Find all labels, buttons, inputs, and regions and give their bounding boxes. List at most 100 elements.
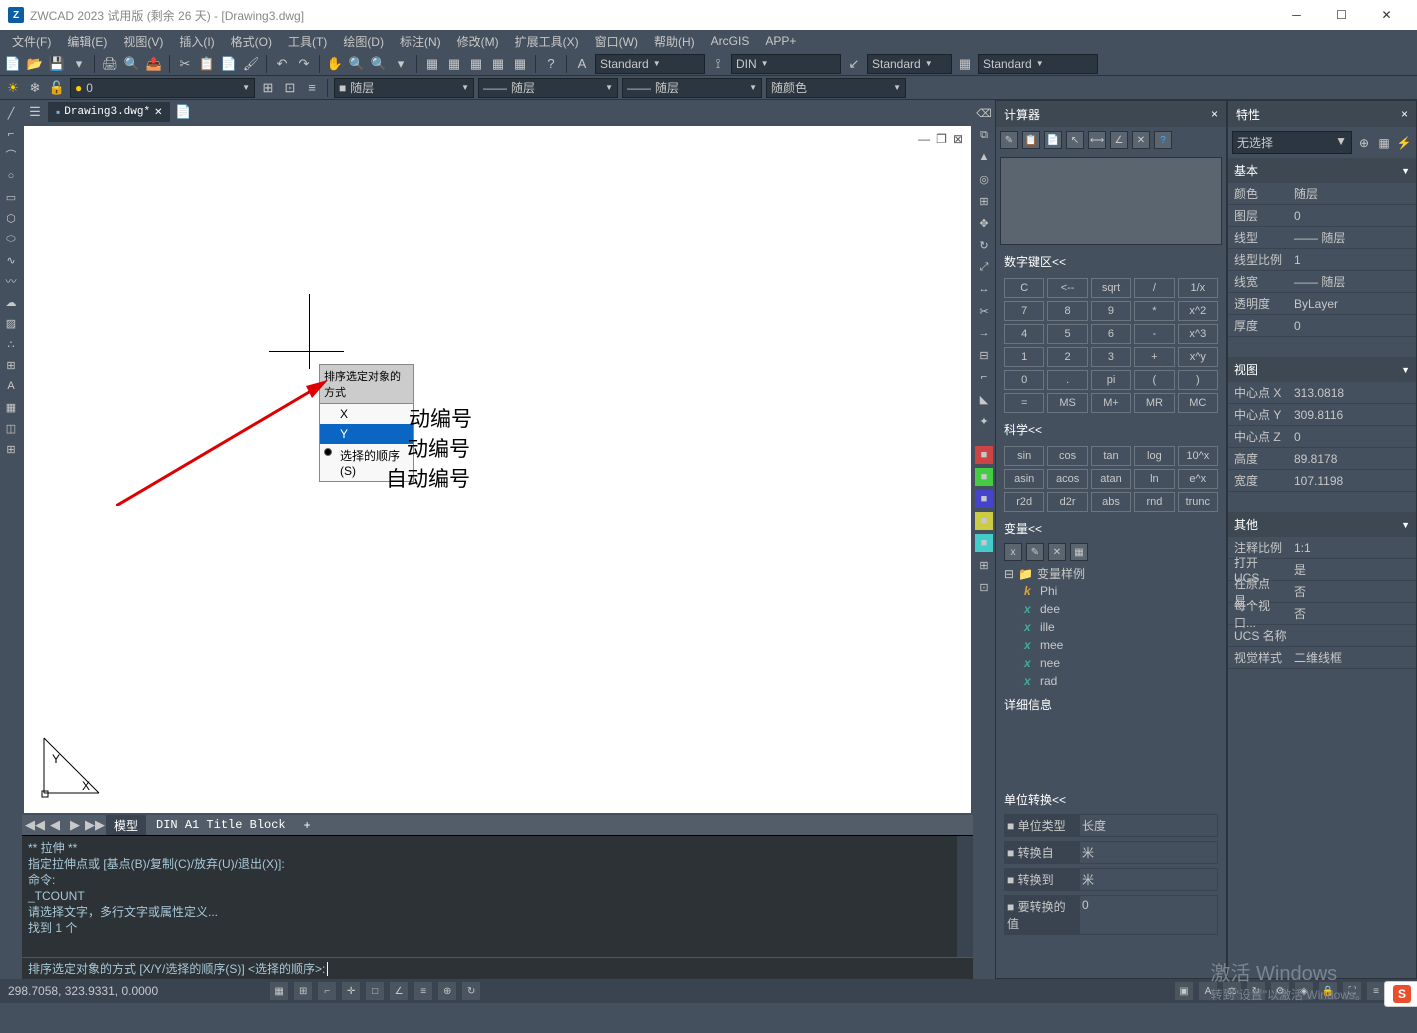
menu-item[interactable]: 帮助(H) — [646, 31, 703, 52]
polar-icon[interactable]: ✛ — [342, 982, 360, 1000]
props-row[interactable]: 中心点 X313.0818 — [1228, 382, 1416, 404]
flash-icon[interactable]: ⚡ — [1396, 135, 1412, 151]
calc-key[interactable]: atan — [1091, 469, 1131, 489]
calc-key[interactable]: 1/x — [1178, 278, 1218, 298]
osnap-icon[interactable]: □ — [366, 982, 384, 1000]
calc-help-icon[interactable]: ? — [1154, 131, 1172, 149]
chamfer-icon[interactable]: ◣ — [975, 390, 993, 408]
props-row[interactable]: 中心点 Y309.8116 — [1228, 404, 1416, 426]
explode-icon[interactable]: ✦ — [975, 412, 993, 430]
calc-key[interactable]: - — [1134, 324, 1174, 344]
var-del-icon[interactable]: ✕ — [1048, 543, 1066, 561]
copy-icon[interactable]: 📋 — [198, 55, 216, 73]
var-folder[interactable]: 变量样例 — [1037, 565, 1085, 582]
calc-key[interactable]: <-- — [1047, 278, 1087, 298]
unit-row[interactable]: ■ 单位类型长度 — [996, 812, 1226, 839]
var-edit-icon[interactable]: ✎ — [1026, 543, 1044, 561]
mleaderstyle-icon[interactable]: ↙ — [845, 55, 863, 73]
calc-key[interactable]: d2r — [1047, 492, 1087, 512]
command-input[interactable]: 排序选定对象的方式 [X/Y/选择的顺序(S)] <选择的顺序>: — [22, 957, 973, 979]
lwt-icon[interactable]: ≡ — [414, 982, 432, 1000]
layout-prev-icon[interactable]: ◀◀ — [26, 816, 44, 834]
minimize-button[interactable]: ─ — [1274, 1, 1319, 29]
props-section-header[interactable]: 其他▼ — [1228, 512, 1416, 537]
var-item[interactable]: xrad — [1004, 672, 1218, 690]
calc-x-icon[interactable]: ✕ — [1132, 131, 1150, 149]
calc-key[interactable]: x^2 — [1178, 301, 1218, 321]
line-icon[interactable]: ╱ — [2, 104, 20, 122]
props-row[interactable]: 线宽—— 随层 — [1228, 271, 1416, 293]
close-button[interactable]: ✕ — [1364, 1, 1409, 29]
circle-icon[interactable]: ○ — [2, 167, 20, 185]
calc-hist-icon[interactable]: 📋 — [1022, 131, 1040, 149]
otrack-icon[interactable]: ∠ — [390, 982, 408, 1000]
selection-dropdown[interactable]: 无选择▼ — [1232, 131, 1352, 154]
save-icon[interactable]: 💾 — [48, 55, 66, 73]
var-item[interactable]: xille — [1004, 618, 1218, 636]
print-icon[interactable]: 🖨 — [101, 55, 119, 73]
menu-item[interactable]: 视图(V) — [115, 31, 171, 52]
calc-key[interactable]: ( — [1134, 370, 1174, 390]
preview-icon[interactable]: 🔍 — [123, 55, 141, 73]
lineweight-dropdown[interactable]: ——随层▼ — [622, 78, 762, 98]
props-row[interactable]: 宽度107.1198 — [1228, 470, 1416, 492]
menu-icon[interactable]: ≡ — [1367, 982, 1385, 1000]
props-row[interactable]: 中心点 Z0 — [1228, 426, 1416, 448]
undo-icon[interactable]: ↶ — [273, 55, 291, 73]
table-icon[interactable]: ▦ — [2, 398, 20, 416]
color7-icon[interactable]: ⊡ — [975, 578, 993, 596]
rect-icon[interactable]: ▭ — [2, 188, 20, 206]
mleader-style-dropdown[interactable]: Standard▼ — [867, 54, 952, 74]
tab-layout[interactable]: DIN A1 Title Block — [148, 816, 294, 834]
new-doc-icon[interactable]: 📄 — [174, 103, 192, 121]
grid-icon[interactable]: ⊞ — [294, 982, 312, 1000]
props-row[interactable]: 颜色随层 — [1228, 183, 1416, 205]
fillet-icon[interactable]: ⌐ — [975, 368, 993, 386]
layerprev-icon[interactable]: ≡ — [303, 79, 321, 97]
hatch-icon[interactable]: ▨ — [2, 314, 20, 332]
layermgr-icon[interactable]: ⊞ — [259, 79, 277, 97]
zoom-icon[interactable]: 🔍 — [348, 55, 366, 73]
spline-icon[interactable]: ∿ — [2, 251, 20, 269]
unit-row[interactable]: ■ 转换自米 — [996, 839, 1226, 866]
color2-icon[interactable]: ■ — [975, 468, 993, 486]
unit-header[interactable]: 单位转换<< — [996, 787, 1226, 812]
model-icon[interactable]: ▣ — [1175, 982, 1193, 1000]
tablestyle-icon[interactable]: ▦ — [956, 55, 974, 73]
redo-icon[interactable]: ↷ — [295, 55, 313, 73]
calc-key[interactable]: 4 — [1004, 324, 1044, 344]
calc-key[interactable]: 7 — [1004, 301, 1044, 321]
context-menu-item[interactable]: Y — [320, 424, 413, 444]
calc-key[interactable]: e^x — [1178, 469, 1218, 489]
var-item[interactable]: xmee — [1004, 636, 1218, 654]
var-calc-icon[interactable]: ▦ — [1070, 543, 1088, 561]
calc-key[interactable]: cos — [1047, 446, 1087, 466]
layer-dropdown[interactable]: ●0▼ — [70, 78, 255, 98]
open-icon[interactable]: 📂 — [26, 55, 44, 73]
tool-icon[interactable]: ▦ — [467, 55, 485, 73]
calc-ang-icon[interactable]: ∠ — [1110, 131, 1128, 149]
design-icon[interactable]: ▦ — [445, 55, 463, 73]
canvas-close-icon[interactable]: ⊠ — [953, 132, 963, 146]
calc-key[interactable]: 8 — [1047, 301, 1087, 321]
cut-icon[interactable]: ✂ — [176, 55, 194, 73]
qselect-icon[interactable]: ▦ — [1376, 135, 1392, 151]
cloud-icon[interactable]: ☁ — [2, 293, 20, 311]
props-row[interactable]: 图层0 — [1228, 205, 1416, 227]
calc-key[interactable]: + — [1134, 347, 1174, 367]
menu-item[interactable]: 格式(O) — [223, 31, 280, 52]
extend-icon[interactable]: → — [975, 324, 993, 342]
ortho-icon[interactable]: ⌐ — [318, 982, 336, 1000]
props-row[interactable]: 透明度ByLayer — [1228, 293, 1416, 315]
menu-item[interactable]: 窗口(W) — [587, 31, 646, 52]
context-menu-item[interactable]: X — [320, 404, 413, 424]
panel-close-icon[interactable]: × — [1211, 107, 1218, 121]
point-icon[interactable]: ∴ — [2, 335, 20, 353]
var-item[interactable]: xnee — [1004, 654, 1218, 672]
color5-icon[interactable]: ■ — [975, 534, 993, 552]
calc-key[interactable]: 10^x — [1178, 446, 1218, 466]
polygon-icon[interactable]: ⬡ — [2, 209, 20, 227]
ellipse-icon[interactable]: ⬭ — [2, 230, 20, 248]
calc-key[interactable]: r2d — [1004, 492, 1044, 512]
layout-next-icon[interactable]: ▶▶ — [86, 816, 104, 834]
